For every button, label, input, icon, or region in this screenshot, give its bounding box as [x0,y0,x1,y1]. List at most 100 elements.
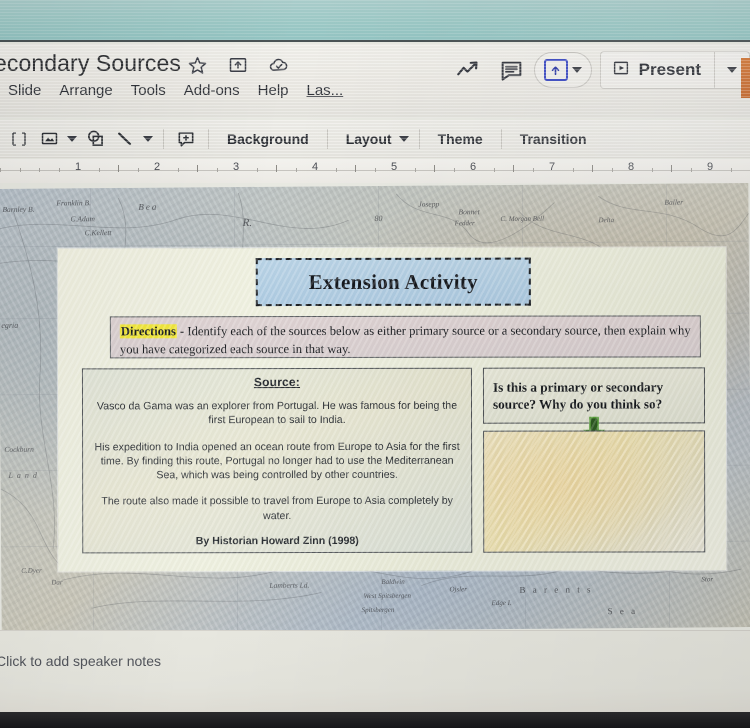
theme-button[interactable]: Theme [427,131,494,147]
source-heading: Source: [253,375,301,390]
header-actions: Present [446,46,750,98]
present-button[interactable]: Present [601,52,714,88]
present-group: Present [599,51,750,89]
share-dropdown-caret-icon[interactable] [571,67,582,73]
ruler-number: 6 [469,161,477,173]
directions-body: - Identify each of the sources below as … [119,323,691,357]
horizontal-ruler[interactable]: 1 2 3 4 5 6 7 8 9 [0,159,750,183]
ruler-tick [513,165,514,172]
menu-help[interactable]: Help [258,82,289,99]
directions-label: Directions [119,324,177,339]
ruler-tick [494,168,495,172]
background-button[interactable]: Background [216,131,320,147]
ruler-number: 7 [548,161,556,173]
move-to-folder-icon[interactable] [227,54,249,76]
ruler-tick [454,168,455,172]
answer-box[interactable] [483,430,706,553]
toolbar-divider-4 [418,128,420,149]
image-dropdown-caret-icon[interactable] [64,135,80,142]
ruler-number: 5 [390,161,398,173]
extension-activity-title: Extension Activity [308,269,478,294]
avatar[interactable] [741,58,750,98]
ruler-tick [533,168,534,172]
ruler-number: 8 [627,161,635,173]
ruler-tick [375,168,376,172]
ruler-tick [217,168,218,172]
line-dropdown-caret-icon[interactable] [140,135,156,142]
last-edit-link[interactable]: Las... [307,82,344,99]
ruler-tick [731,168,732,172]
star-icon[interactable] [186,54,208,76]
shape-icon[interactable] [80,124,110,154]
ruler-tick [118,165,119,172]
directions-box[interactable]: Directions - Identify each of the source… [109,315,701,359]
directions-text: Directions - Identify each of the source… [119,321,692,358]
extension-activity-title-card[interactable]: Extension Activity [255,257,531,307]
ruler-tick [276,165,277,172]
app-header: econdary Sources Slide Arrange Tools Add… [0,44,750,118]
question-text: Is this a primary or secondary source? W… [492,379,664,412]
ruler-tick [20,168,21,172]
ruler-number: 1 [74,161,82,173]
activity-panel: Extension Activity Directions - Identify… [57,247,727,572]
ruler-tick [336,168,337,172]
source-citation: By Historian Howard Zinn (1998) [195,535,359,548]
layout-button[interactable]: Layout [335,131,396,147]
share-button[interactable] [533,52,592,88]
cloud-saved-icon[interactable] [268,54,290,76]
ruler-tick [592,165,593,172]
source-paragraph-3: The route also made it possible to trave… [101,495,453,522]
ruler-tick [434,165,435,172]
trend-chart-icon[interactable] [446,48,490,92]
ruler-tick [573,168,574,172]
menu-addons[interactable]: Add-ons [184,82,240,99]
share-upload-icon [543,59,568,81]
chevron-down-icon [727,67,737,73]
ruler-tick [59,168,60,172]
ruler-tick [652,168,653,172]
speaker-notes-placeholder: Click to add speaker notes [0,653,161,669]
source-box[interactable]: Source: Vasco da Gama was an explorer fr… [81,367,473,554]
ruler-number: 2 [153,161,161,173]
transition-button[interactable]: Transition [509,131,598,147]
ruler-tick [691,168,692,172]
add-comment-icon[interactable] [171,124,201,154]
toolbar-divider-5 [500,128,502,149]
present-label: Present [638,60,701,79]
menu-slide[interactable]: Slide [8,82,41,99]
ruler-tick [257,168,258,172]
toolbar-divider-2 [208,128,209,149]
title-icon-group [186,54,290,76]
speaker-notes-pane[interactable]: Click to add speaker notes [0,630,750,712]
ruler-tick [415,168,416,172]
line-icon[interactable] [110,124,140,154]
screenshot-root: econdary Sources Slide Arrange Tools Add… [0,0,750,728]
ruler-tick [99,168,100,172]
slides-toolbar: Background Layout Theme Transition [0,120,750,158]
menu-bar: Slide Arrange Tools Add-ons Help Las... [8,82,343,99]
top-browser-strip [0,0,750,42]
ruler-tick [612,168,613,172]
toolbar-divider-3 [326,128,328,149]
insert-image-icon[interactable] [34,124,64,154]
ruler-tick [0,168,1,172]
ruler-number: 3 [232,161,240,173]
layout-dropdown-caret-icon[interactable] [396,135,412,142]
slide-canvas[interactable]: Barnley B. Franklin B. C.Adam C.Kellett … [0,183,750,633]
ruler-tick [355,165,356,172]
source-paragraph-2: His expedition to India opened an ocean … [94,440,460,482]
question-box[interactable]: Is this a primary or secondary source? W… [482,367,706,424]
comment-icon[interactable] [490,48,534,92]
ruler-tick [296,168,297,172]
menu-tools[interactable]: Tools [131,82,166,99]
source-paragraph-1: Vasco da Gama was an explorer from Portu… [96,399,458,427]
play-box-icon [612,59,630,82]
ruler-tick [671,165,672,172]
menu-arrange[interactable]: Arrange [59,82,112,99]
ruler-tick [39,168,40,172]
ruler-tick [138,168,139,172]
ruler-number: 4 [311,161,319,173]
document-title[interactable]: econdary Sources [0,50,181,77]
ruler-tick [178,168,179,172]
text-box-icon[interactable] [4,124,34,154]
